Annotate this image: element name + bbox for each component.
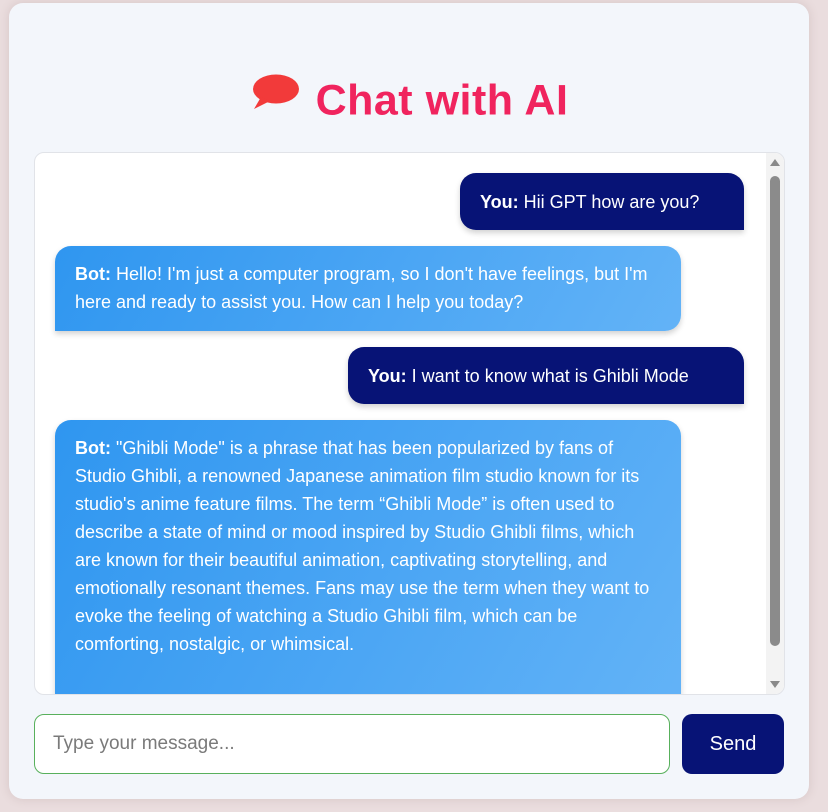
chat-scrollbar[interactable] xyxy=(766,153,784,694)
send-button[interactable]: Send xyxy=(682,714,784,774)
scroll-up-arrow-icon[interactable] xyxy=(770,159,780,166)
page-title: Chat with AI xyxy=(9,73,809,126)
sender-label: You: xyxy=(480,192,519,212)
sender-label: Bot: xyxy=(75,264,111,284)
message-list: You: Hii GPT how are you? Bot: Hello! I'… xyxy=(35,153,765,694)
user-message: You: Hii GPT how are you? xyxy=(460,173,744,230)
message-text: Hii GPT how are you? xyxy=(518,192,700,212)
message-text: Hello! I'm just a computer program, so I… xyxy=(75,264,648,312)
bot-message: Bot: "Ghibli Mode" is a phrase that has … xyxy=(55,420,681,694)
speech-bubble-icon xyxy=(250,72,300,122)
title-text: Chat with AI xyxy=(315,76,569,125)
sender-label: You: xyxy=(368,366,407,386)
chat-window[interactable]: You: Hii GPT how are you? Bot: Hello! I'… xyxy=(34,152,785,695)
user-message: You: I want to know what is Ghibli Mode xyxy=(348,347,744,404)
scroll-thumb[interactable] xyxy=(770,176,780,646)
sender-label: Bot: xyxy=(75,438,111,458)
message-text: I want to know what is Ghibli Mode xyxy=(406,366,689,386)
message-text: "Ghibli Mode" is a phrase that has been … xyxy=(75,438,650,654)
bot-message: Bot: Hello! I'm just a computer program,… xyxy=(55,246,681,331)
message-input[interactable] xyxy=(34,714,670,774)
chat-card: Chat with AI You: Hii GPT how are you? B… xyxy=(9,3,809,799)
scroll-down-arrow-icon[interactable] xyxy=(770,681,780,688)
